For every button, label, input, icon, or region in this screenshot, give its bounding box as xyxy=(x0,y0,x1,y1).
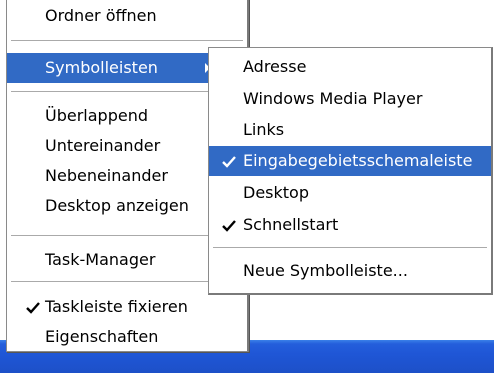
menu-item-label: Ordner öffnen xyxy=(45,6,157,25)
menu-item-label: Desktop anzeigen xyxy=(45,196,189,215)
menu-item-label: Neue Symbolleiste... xyxy=(243,261,408,280)
menu-item-label: Untereinander xyxy=(45,136,161,155)
submenu-item-quick-launch[interactable]: Schnellstart xyxy=(209,210,491,240)
submenu-item-links[interactable]: Links xyxy=(209,115,491,145)
check-icon xyxy=(222,220,236,232)
menu-item-label: Schnellstart xyxy=(243,215,339,234)
menu-item-properties[interactable]: Eigenschaften xyxy=(7,322,247,352)
toolbars-submenu: Adresse Windows Media Player Links Einga… xyxy=(208,47,493,295)
check-icon xyxy=(26,302,40,314)
menu-item-label: Nebeneinander xyxy=(45,166,168,185)
menu-item-label: Überlappend xyxy=(45,106,148,125)
submenu-item-desktop[interactable]: Desktop xyxy=(209,178,491,208)
menu-item-open-folder[interactable]: Ordner öffnen xyxy=(7,1,247,31)
menu-item-label: Task-Manager xyxy=(45,250,156,269)
menu-item-lock-taskbar[interactable]: Taskleiste fixieren xyxy=(7,292,247,322)
menu-item-label: Adresse xyxy=(243,57,307,76)
submenu-item-language-bar[interactable]: Eingabegebietsschemaleiste xyxy=(209,146,491,176)
menu-separator xyxy=(213,247,487,248)
menu-item-label: Eigenschaften xyxy=(45,327,159,346)
menu-item-label: Links xyxy=(243,120,285,139)
menu-item-label: Desktop xyxy=(243,183,309,202)
check-icon xyxy=(222,156,236,168)
menu-item-label: Symbolleisten xyxy=(45,58,158,77)
menu-item-label: Taskleiste fixieren xyxy=(45,297,188,316)
submenu-item-new-toolbar[interactable]: Neue Symbolleiste... xyxy=(209,256,491,286)
submenu-item-address[interactable]: Adresse xyxy=(209,52,491,82)
submenu-item-media-player[interactable]: Windows Media Player xyxy=(209,84,491,114)
menu-item-label: Eingabegebietsschemaleiste xyxy=(243,151,473,170)
menu-separator xyxy=(11,40,243,41)
menu-item-label: Windows Media Player xyxy=(243,89,423,108)
